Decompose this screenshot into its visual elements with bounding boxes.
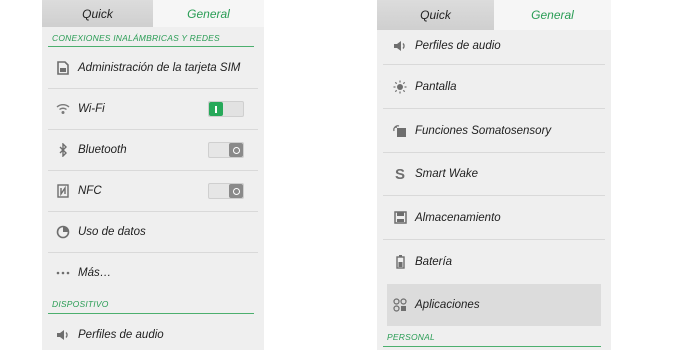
wifi-switch[interactable] [208, 101, 244, 117]
setting-label: Batería [415, 256, 453, 268]
setting-label: Pantalla [415, 80, 457, 93]
setting-label: Uso de datos [78, 226, 146, 238]
brightness-icon [392, 79, 408, 95]
left-settings-panel: Quick General CONEXIONES INALÁMBRICAS Y … [42, 0, 264, 350]
tab-quick[interactable]: Quick [42, 0, 153, 27]
speaker-icon [55, 327, 71, 343]
sim-card-icon [55, 60, 71, 76]
setting-item-somatosensory[interactable]: Funciones Somatosensory [377, 109, 611, 152]
setting-item-applications[interactable]: Aplicaciones [387, 284, 601, 326]
setting-label: Aplicaciones [415, 299, 480, 311]
tab-general[interactable]: General [494, 0, 611, 30]
tab-general[interactable]: General [153, 0, 264, 27]
setting-item-audio-profiles[interactable]: Perfiles de audio [42, 316, 264, 350]
more-icon [55, 265, 71, 281]
section-header-personal: PERSONAL [387, 332, 435, 342]
switch-knob [209, 102, 223, 116]
bluetooth-switch[interactable] [208, 142, 244, 158]
setting-item-sim[interactable]: Administración de la tarjeta SIM [42, 48, 264, 88]
tab-quick[interactable]: Quick [377, 0, 494, 30]
apps-icon [392, 297, 408, 313]
setting-item-smart-wake[interactable]: S Smart Wake [377, 153, 611, 195]
section-header-device: DISPOSITIVO [52, 299, 109, 309]
setting-item-audio-profiles[interactable]: Perfiles de audio [377, 28, 611, 64]
setting-label: Wi-Fi [78, 103, 105, 115]
section-divider [48, 46, 254, 47]
setting-item-data-usage[interactable]: Uso de datos [42, 212, 264, 252]
gesture-icon [392, 123, 408, 139]
nfc-switch[interactable] [208, 183, 244, 199]
setting-label: Administración de la tarjeta SIM [78, 62, 241, 74]
setting-item-nfc[interactable]: NFC [42, 171, 264, 211]
setting-label: Bluetooth [78, 144, 127, 156]
setting-item-display[interactable]: Pantalla [377, 65, 611, 108]
setting-label: Más… [78, 267, 112, 279]
setting-item-wifi[interactable]: Wi-Fi [42, 89, 264, 129]
section-divider [48, 313, 254, 314]
smart-wake-icon: S [394, 165, 405, 183]
speaker-icon [392, 38, 408, 54]
setting-label: Smart Wake [415, 168, 479, 180]
nfc-icon [55, 183, 71, 199]
section-divider [383, 346, 601, 347]
setting-label: Funciones Somatosensory [415, 124, 552, 137]
setting-label: NFC [78, 185, 102, 197]
tab-bar: Quick General [42, 0, 264, 27]
section-header-wireless: CONEXIONES INALÁMBRICAS Y REDES [52, 33, 220, 43]
data-usage-icon [55, 224, 71, 240]
setting-item-more[interactable]: Más… [42, 253, 264, 293]
bluetooth-icon [55, 142, 71, 158]
setting-item-storage[interactable]: Almacenamiento [377, 196, 611, 239]
storage-icon [392, 210, 408, 226]
right-settings-panel: Quick General Perfiles de audio Pantalla… [377, 0, 611, 350]
tab-bar: Quick General [377, 0, 611, 30]
battery-icon [392, 254, 408, 270]
wifi-icon [55, 101, 71, 117]
setting-label: Almacenamiento [415, 211, 501, 224]
setting-item-battery[interactable]: Batería [377, 240, 611, 284]
setting-item-bluetooth[interactable]: Bluetooth [42, 130, 264, 170]
switch-knob [229, 184, 243, 198]
setting-label: Perfiles de audio [78, 329, 164, 341]
setting-label: Perfiles de audio [415, 40, 501, 52]
switch-knob [229, 143, 243, 157]
